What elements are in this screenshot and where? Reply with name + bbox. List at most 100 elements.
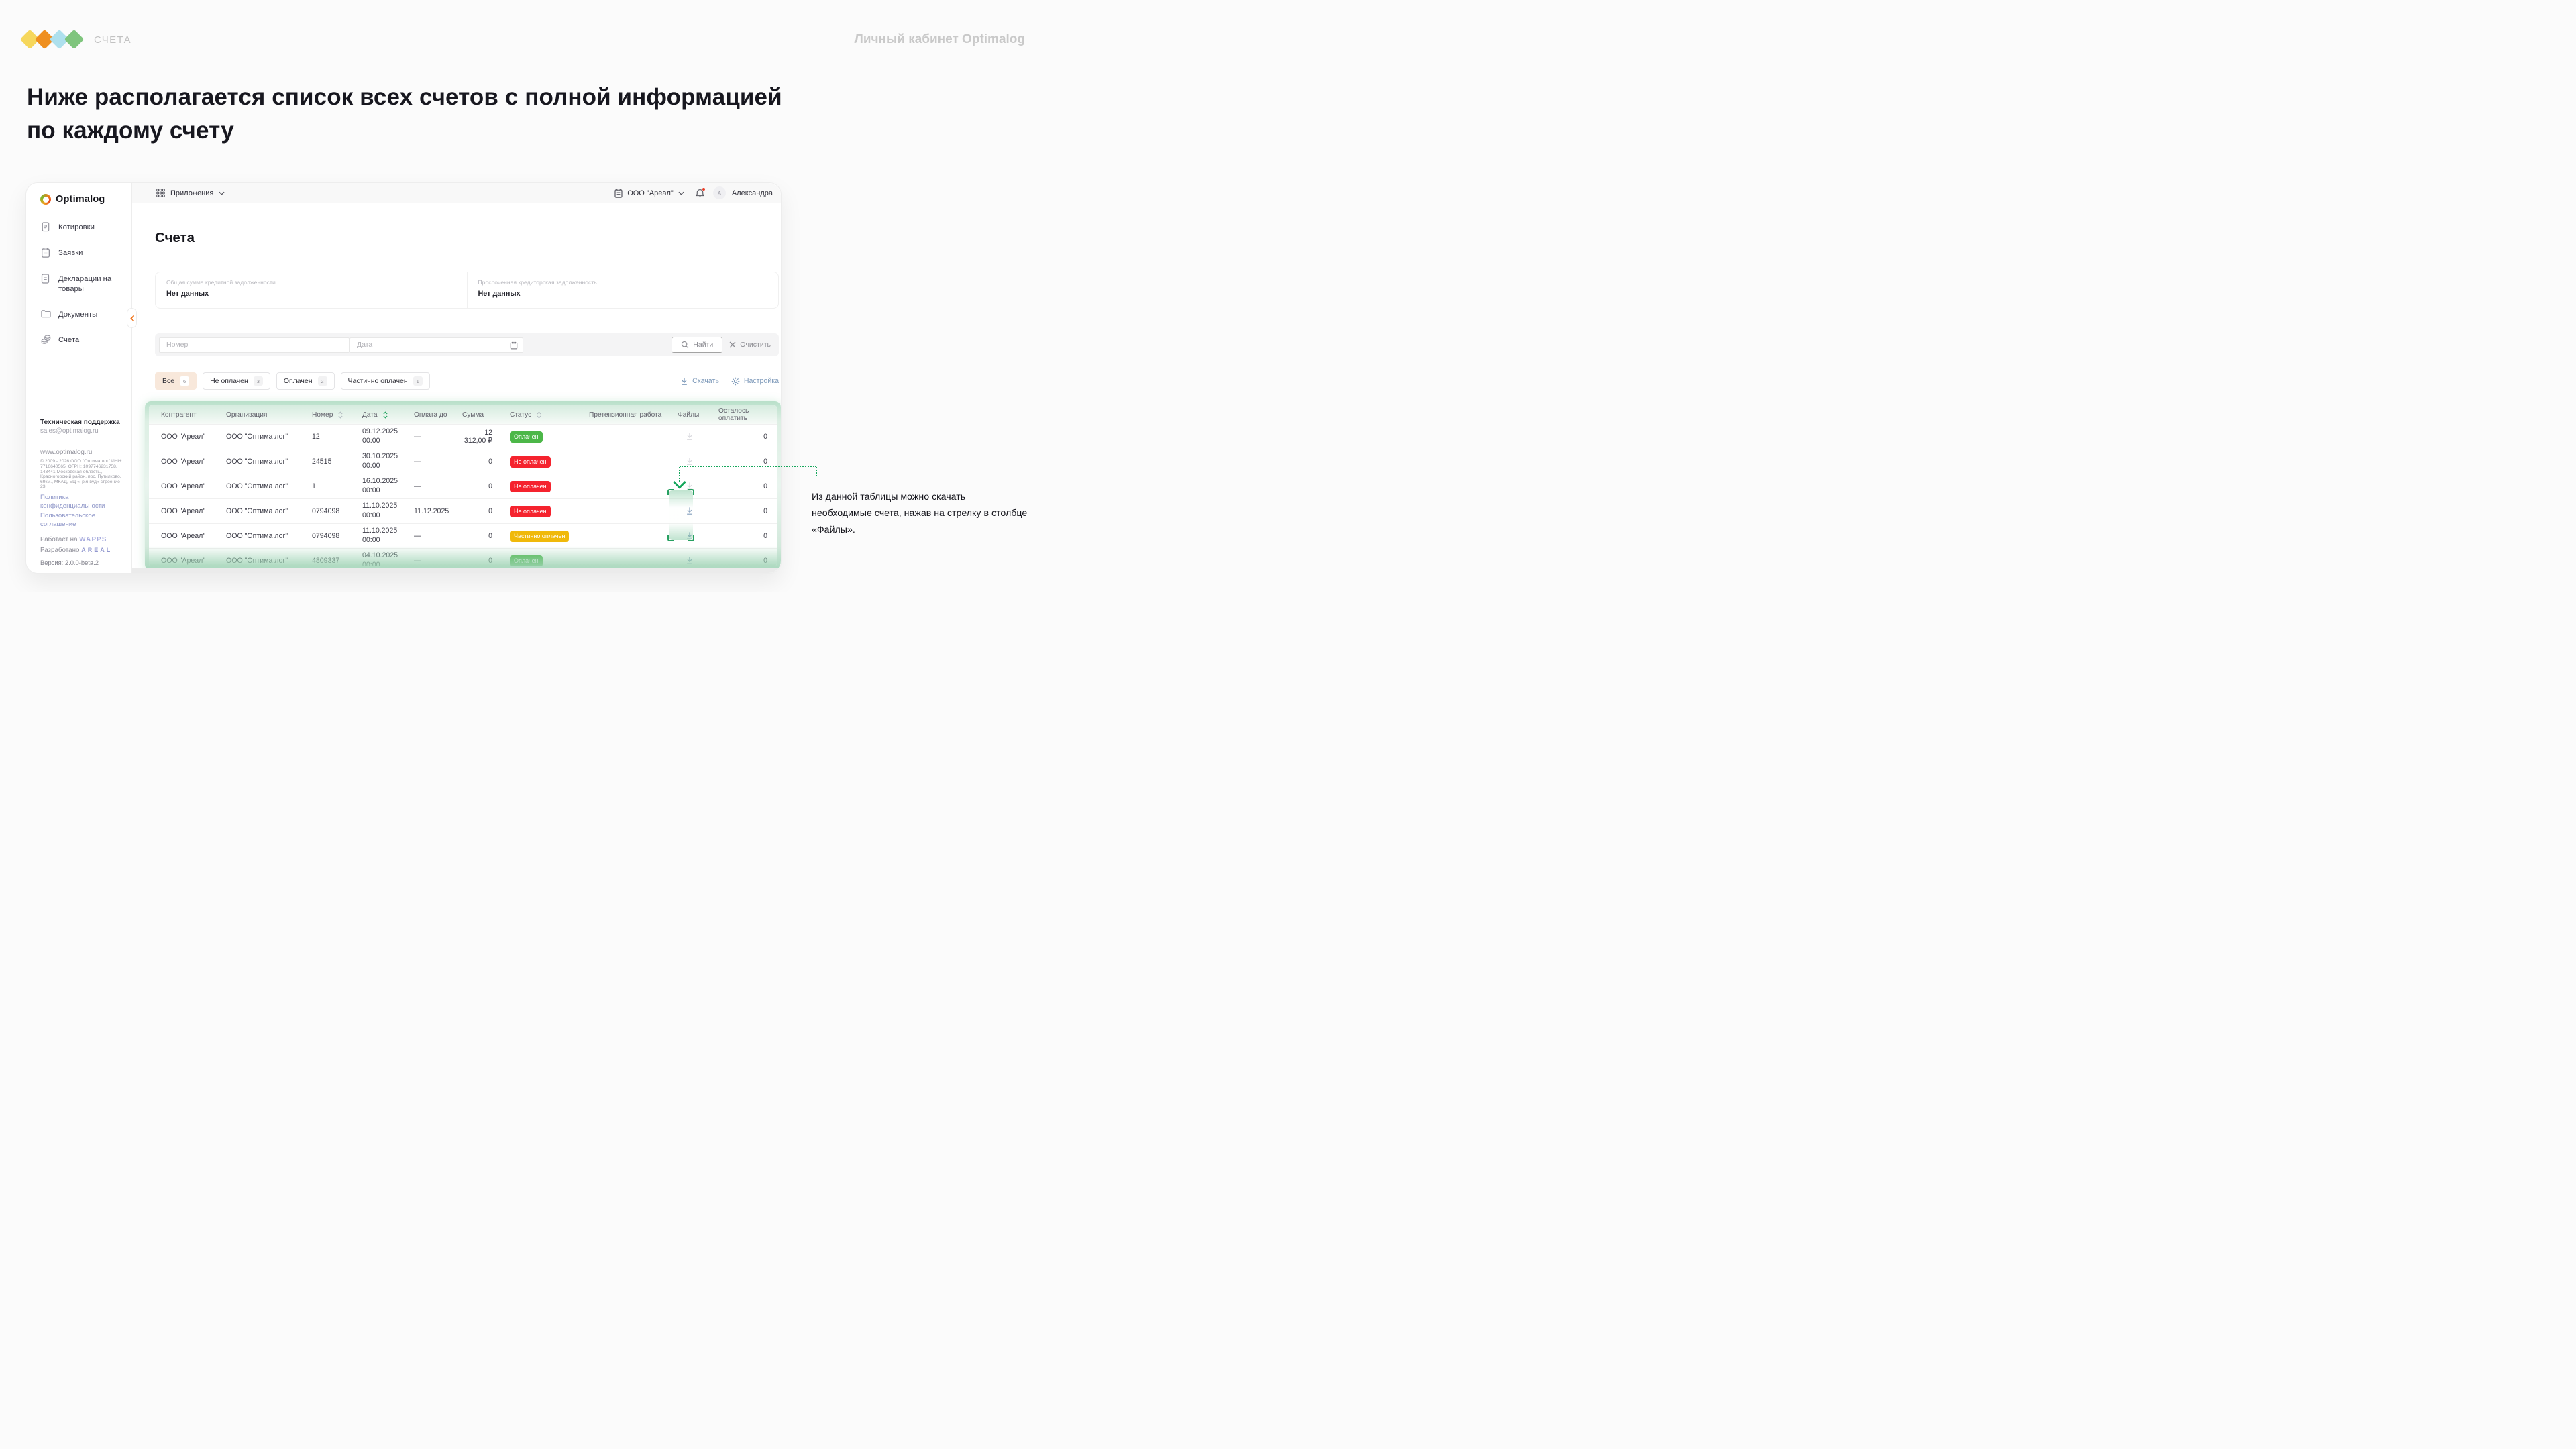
status-badge: Не оплачен	[510, 506, 551, 517]
date-input[interactable]	[350, 337, 523, 353]
developed-by: Разработано AREAL	[40, 547, 125, 554]
bottom-strip	[132, 568, 781, 573]
sidebar-footer: Техническая поддержка sales@optimalog.ru…	[40, 419, 125, 566]
sidebar-item-label: Котировки	[58, 222, 95, 233]
notifications-bell-icon[interactable]	[696, 189, 704, 198]
cell-status: Оплачен	[502, 431, 581, 443]
sidebar-item-kotirovki[interactable]: ₽ Котировки	[26, 222, 131, 233]
cell-contractor: ООО "Ареал"	[149, 482, 218, 490]
clipboard-icon	[614, 189, 623, 198]
page-header: СЧЕТА Личный кабинет Optimalog	[20, 25, 1025, 54]
stats-panel: Общая сумма кредитной задолженности Нет …	[155, 272, 779, 309]
app-window: Optimalog ₽ Котировки Заявки Декларации на …	[25, 182, 782, 574]
cell-date: 04.10.202500:00	[354, 551, 406, 566]
cell-number: 12	[304, 433, 354, 441]
table-header-row: КонтрагентОрганизацияНомерДатаОплата доС…	[149, 405, 777, 424]
sort-icon[interactable]	[537, 411, 541, 419]
filter-chip-1[interactable]: Не оплачен3	[203, 372, 270, 390]
sidebar-item-label: Декларации на товары	[58, 274, 126, 295]
cell-date: 30.10.202500:00	[354, 452, 406, 471]
doc-rouble-icon: ₽	[41, 222, 51, 232]
cell-due: —	[406, 458, 454, 466]
sidebar-item-dokumenty[interactable]: Документы	[26, 309, 131, 320]
app-brand-name: Optimalog	[56, 194, 105, 205]
find-button[interactable]: Найти	[672, 337, 722, 353]
cell-due: 11.12.2025	[406, 507, 454, 515]
agreement-link[interactable]: Пользовательское соглашение	[40, 511, 125, 529]
number-input[interactable]	[159, 337, 350, 353]
sidebar-item-deklaracii[interactable]: Декларации на товары	[26, 274, 131, 295]
sidebar-item-scheta[interactable]: Счета	[26, 335, 131, 345]
section-label: СЧЕТА	[94, 34, 131, 46]
column-header[interactable]: Номер	[304, 411, 354, 419]
cell-contractor: ООО "Ареал"	[149, 458, 218, 466]
sidebar-item-label: Счета	[58, 335, 79, 345]
chip-count-badge: 3	[254, 376, 263, 386]
chip-count-badge: 2	[318, 376, 327, 386]
user-name[interactable]: Александра	[732, 189, 773, 197]
chip-label: Оплачен	[284, 377, 313, 385]
cell-due: —	[406, 482, 454, 490]
column-header: Претензионная работа	[581, 411, 669, 419]
column-header-label: Контрагент	[161, 411, 197, 419]
download-table-button[interactable]: Скачать	[680, 377, 719, 386]
sidebar-item-zayavki[interactable]: Заявки	[26, 248, 131, 258]
cell-org: ООО "Оптима лог"	[218, 557, 304, 565]
cell-contractor: ООО "Ареал"	[149, 507, 218, 515]
sort-icon[interactable]	[383, 411, 388, 419]
settings-button[interactable]: Настройка	[731, 377, 779, 386]
chip-count-badge: 1	[413, 376, 423, 386]
page: СЧЕТА Личный кабинет Optimalog Ниже расп…	[0, 0, 1052, 592]
stat-total-debt: Общая сумма кредитной задолженности Нет …	[156, 272, 467, 308]
cell-date: 11.10.202500:00	[354, 527, 406, 545]
clipboard-icon	[41, 248, 51, 258]
column-header[interactable]: Статус	[502, 411, 581, 419]
cell-number: 24515	[304, 458, 354, 466]
cell-due: —	[406, 532, 454, 540]
download-icon	[680, 377, 688, 386]
cell-date: 16.10.202500:00	[354, 477, 406, 496]
cell-sum: 0	[454, 532, 502, 540]
cell-number: 4809337	[304, 557, 354, 565]
org-name: ООО "Ареал"	[627, 189, 674, 197]
table-actions: Скачать Настройка	[680, 377, 779, 386]
download-file-icon[interactable]	[683, 555, 696, 566]
cell-remaining: 0	[710, 532, 777, 540]
filter-chip-0[interactable]: Все6	[155, 372, 197, 390]
filter-chip-3[interactable]: Частично оплачен1	[341, 372, 430, 390]
status-badge: Не оплачен	[510, 481, 551, 492]
cell-due: —	[406, 433, 454, 441]
page-title: Счета	[155, 230, 195, 246]
column-header-label: Оплата до	[414, 411, 447, 419]
cell-status: Не оплачен	[502, 481, 581, 492]
column-header[interactable]: Дата	[354, 411, 406, 419]
org-selector[interactable]: ООО "Ареал"	[614, 189, 684, 198]
chip-count-badge: 6	[180, 376, 189, 386]
status-badge: Не оплачен	[510, 456, 551, 468]
cell-contractor: ООО "Ареал"	[149, 532, 218, 540]
app-brand[interactable]: Optimalog	[26, 194, 131, 205]
header-brand: СЧЕТА	[20, 28, 131, 51]
doc-icon	[41, 274, 51, 284]
support-email-link[interactable]: sales@optimalog.ru	[40, 427, 125, 435]
download-file-icon[interactable]	[683, 431, 696, 442]
close-icon	[729, 341, 736, 348]
sort-icon[interactable]	[338, 411, 343, 419]
cell-org: ООО "Оптима лог"	[218, 458, 304, 466]
clear-button[interactable]: Очистить	[729, 341, 771, 349]
sidebar-collapse-button[interactable]	[127, 308, 137, 328]
cell-contractor: ООО "Ареал"	[149, 557, 218, 565]
annotation-text: Из данной таблицы можно скачать необходи…	[812, 489, 1028, 538]
cell-date: 11.10.202500:00	[354, 502, 406, 521]
status-badge: Оплачен	[510, 431, 543, 443]
folder-icon	[41, 309, 51, 318]
apps-menu-trigger[interactable]: Приложения	[156, 189, 225, 197]
cell-sum: 0	[454, 458, 502, 466]
filter-chip-2[interactable]: Оплачен 2	[276, 372, 335, 390]
heading-line1: Ниже располагается список всех счетов с …	[27, 84, 782, 110]
avatar[interactable]: А	[713, 186, 726, 199]
table-row: ООО "Ареал"ООО "Оптима лог"1209.12.20250…	[149, 424, 777, 449]
version-text: Версия: 2.0.0-beta.2	[40, 559, 125, 566]
privacy-link[interactable]: Политика конфиденциальности	[40, 493, 125, 511]
site-link[interactable]: www.optimalog.ru	[40, 449, 125, 456]
